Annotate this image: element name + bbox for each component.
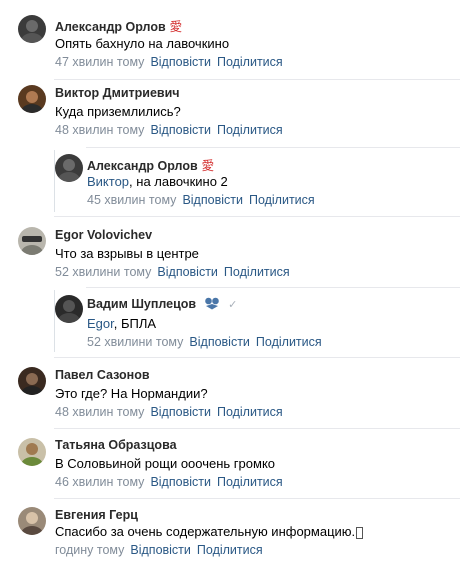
reply-button[interactable]: Відповісти bbox=[150, 475, 211, 489]
comment-meta: 45 хвилин тому Відповісти Поділитися bbox=[87, 193, 315, 207]
comment: Татьяна Образцова В Соловьиной рощи оооч… bbox=[0, 430, 460, 498]
comment: Евгения Герц Спасибо за очень содержател… bbox=[0, 500, 460, 563]
name-suffix: 愛 bbox=[201, 159, 215, 173]
share-button[interactable]: Поділитися bbox=[217, 405, 283, 419]
share-button[interactable]: Поділитися bbox=[197, 543, 263, 557]
comment-meta: 47 хвилин тому Відповісти Поділитися bbox=[55, 55, 283, 69]
reply-comment: Александр Орлов 愛 Виктор, на лавочкино 2 … bbox=[0, 150, 460, 214]
comment-text: Опять бахнуло на лавочкино bbox=[55, 36, 230, 51]
comment: Александр Орлов 愛 Опять бахнуло на лавочк… bbox=[0, 0, 460, 80]
author-name[interactable]: Татьяна Образцова bbox=[55, 438, 177, 452]
reply-button[interactable]: Відповісти bbox=[130, 543, 191, 557]
mention-link[interactable]: Виктор bbox=[87, 174, 129, 189]
comment-meta: 48 хвилин тому Відповісти Поділитися bbox=[55, 123, 283, 137]
reply-button[interactable]: Відповісти bbox=[189, 335, 250, 349]
divider bbox=[54, 498, 460, 499]
emoji-icon bbox=[356, 526, 364, 539]
author-name[interactable]: Виктор Дмитриевич bbox=[55, 86, 180, 100]
checkmark-icon: ✓ bbox=[228, 299, 238, 311]
author-name[interactable]: Александр Орлов 愛 bbox=[87, 155, 214, 174]
timestamp[interactable]: 48 хвилин тому bbox=[55, 123, 144, 137]
avatar[interactable] bbox=[18, 15, 46, 43]
avatar[interactable] bbox=[18, 438, 46, 466]
author-name[interactable]: Egor Volovichev bbox=[55, 228, 152, 242]
author-name[interactable]: Евгения Герц bbox=[55, 508, 138, 522]
divider bbox=[54, 216, 460, 217]
divider bbox=[54, 428, 460, 429]
share-button[interactable]: Поділитися bbox=[224, 265, 290, 279]
reply-button[interactable]: Відповісти bbox=[150, 55, 211, 69]
timestamp[interactable]: 48 хвилин тому bbox=[55, 405, 144, 419]
reply-button[interactable]: Відповісти bbox=[150, 405, 211, 419]
share-button[interactable]: Поділитися bbox=[217, 123, 283, 137]
divider bbox=[54, 357, 460, 358]
comment-text: Это где? На Нормандии? bbox=[55, 386, 208, 401]
comment-meta: годину тому Відповісти Поділитися bbox=[55, 543, 263, 557]
comment-text: Что за взрывы в центре bbox=[55, 246, 199, 261]
timestamp[interactable]: годину тому bbox=[55, 543, 124, 557]
timestamp[interactable]: 52 хвилини тому bbox=[87, 335, 183, 349]
comment-text: Куда приземлились? bbox=[55, 104, 181, 119]
share-button[interactable]: Поділитися bbox=[217, 475, 283, 489]
comment: Павел Сазонов Это где? На Нормандии? 48 … bbox=[0, 360, 460, 428]
timestamp[interactable]: 45 хвилин тому bbox=[87, 193, 176, 207]
share-button[interactable]: Поділитися bbox=[256, 335, 322, 349]
avatar[interactable] bbox=[18, 507, 46, 535]
comment: Виктор Дмитриевич Куда приземлились? 48 … bbox=[0, 80, 460, 150]
reply-button[interactable]: Відповісти bbox=[157, 265, 218, 279]
divider bbox=[86, 287, 460, 288]
avatar[interactable] bbox=[18, 85, 46, 113]
name-suffix: 愛 bbox=[169, 20, 183, 34]
avatar[interactable] bbox=[55, 295, 83, 323]
author-name[interactable]: Павел Сазонов bbox=[55, 368, 150, 382]
comment-text: Виктор, на лавочкино 2 bbox=[87, 174, 228, 189]
comment-meta: 52 хвилини тому Відповісти Поділитися bbox=[87, 335, 322, 349]
community-badge-icon bbox=[204, 296, 220, 313]
reply-button[interactable]: Відповісти bbox=[150, 123, 211, 137]
comment: Egor Volovichev Что за взрывы в центре 5… bbox=[0, 218, 460, 286]
comment-meta: 52 хвилини тому Відповісти Поділитися bbox=[55, 265, 290, 279]
timestamp[interactable]: 47 хвилин тому bbox=[55, 55, 144, 69]
reply-button[interactable]: Відповісти bbox=[182, 193, 243, 207]
comment-meta: 46 хвилин тому Відповісти Поділитися bbox=[55, 475, 283, 489]
timestamp[interactable]: 46 хвилин тому bbox=[55, 475, 144, 489]
share-button[interactable]: Поділитися bbox=[217, 55, 283, 69]
timestamp[interactable]: 52 хвилини тому bbox=[55, 265, 151, 279]
divider bbox=[86, 147, 460, 148]
avatar[interactable] bbox=[18, 227, 46, 255]
comment-meta: 48 хвилин тому Відповісти Поділитися bbox=[55, 405, 283, 419]
comment-text: Egor, БПЛА bbox=[87, 316, 157, 331]
share-button[interactable]: Поділитися bbox=[249, 193, 315, 207]
avatar[interactable] bbox=[55, 154, 83, 182]
comment-text: В Соловьиной рощи ооочень громко bbox=[55, 456, 276, 471]
mention-link[interactable]: Egor bbox=[87, 316, 114, 331]
avatar[interactable] bbox=[18, 367, 46, 395]
comment-text: Спасибо за очень содержательную информац… bbox=[55, 524, 364, 539]
author-name[interactable]: Вадим Шуплецов ✓ bbox=[87, 296, 237, 313]
reply-comment: Вадим Шуплецов ✓ Egor, БПЛА 52 хвилини т… bbox=[0, 290, 460, 356]
author-name[interactable]: Александр Орлов 愛 bbox=[55, 16, 182, 35]
